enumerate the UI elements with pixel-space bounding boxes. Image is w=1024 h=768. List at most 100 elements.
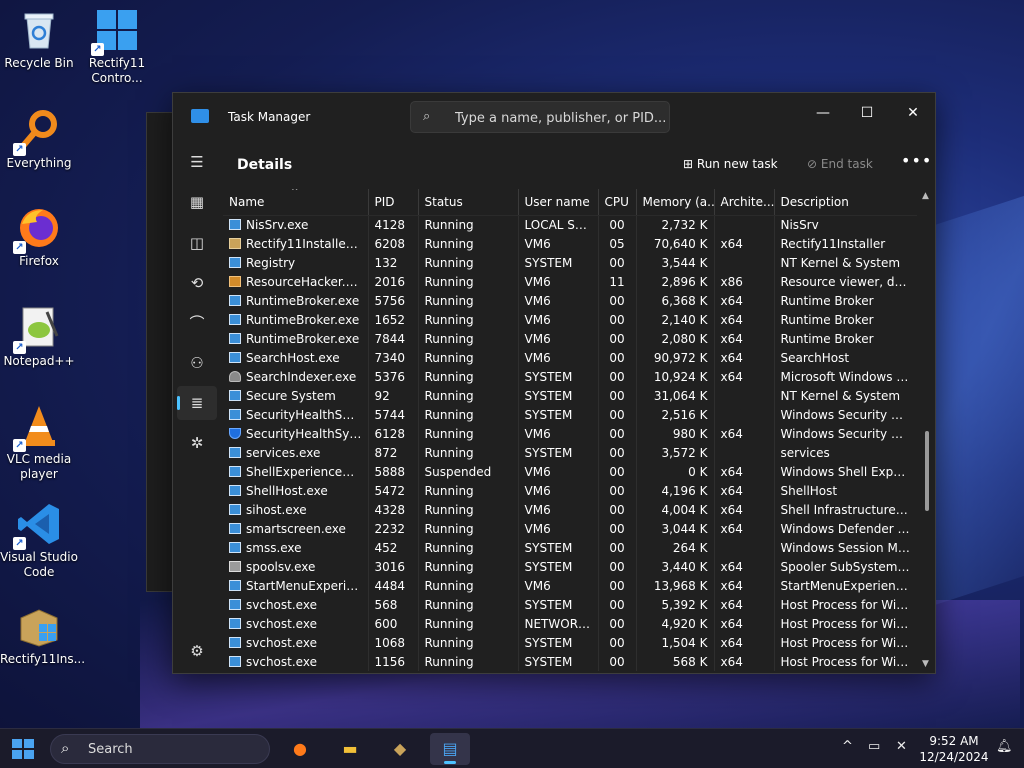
cell-architecture bbox=[714, 215, 775, 234]
column-header-architecture[interactable]: Archite... bbox=[714, 189, 775, 216]
table-row[interactable]: SearchHost.exe 7340 Running VM6 00 90,972 Kx6… bbox=[223, 348, 917, 367]
table-row[interactable]: RuntimeBroker.exe 7844 Running VM6 00 2,080 K… bbox=[223, 329, 917, 348]
table-row[interactable]: NisSrv.exe 4128 Running LOCAL SE... 00 2,732 … bbox=[223, 215, 917, 234]
table-row[interactable]: RuntimeBroker.exe 1652 Running VM6 00 2,140 K… bbox=[223, 310, 917, 329]
table-row[interactable]: smartscreen.exe 2232 Running VM6 00 3,044 Kx6… bbox=[223, 519, 917, 538]
table-row[interactable]: smss.exe 452 Running SYSTEM 00 264 K Windows S… bbox=[223, 538, 917, 557]
cell-name: RuntimeBroker.exe bbox=[223, 291, 369, 310]
network-icon[interactable]: ▭ bbox=[868, 739, 880, 754]
table-row[interactable]: ResourceHacker.exe 2016 Running VM6 11 2,896 … bbox=[223, 272, 917, 291]
table-row[interactable]: svchost.exe 1068 Running SYSTEM 00 1,504 Kx64… bbox=[223, 633, 917, 652]
table-row[interactable]: RuntimeBroker.exe 5756 Running VM6 00 6,368 K… bbox=[223, 291, 917, 310]
column-header-pid[interactable]: PID bbox=[368, 189, 419, 216]
cell-description: Windows Defender S... bbox=[774, 519, 917, 538]
run-new-task-button[interactable]: ⊞ Run new task bbox=[683, 157, 778, 171]
taskbar-search[interactable]: ⌕ Search bbox=[50, 734, 270, 764]
table-row[interactable]: Registry 132 Running SYSTEM 00 3,544 K NT Kern… bbox=[223, 253, 917, 272]
processes-icon[interactable]: ▦ bbox=[177, 185, 217, 219]
desktop-icon-vlc[interactable]: ↗ VLC media player bbox=[0, 404, 78, 482]
table-row[interactable]: ShellExperienceHost....5888SuspendedVM60… bbox=[223, 462, 917, 481]
table-row[interactable]: SearchIndexer.exe 5376 Running SYSTEM 00 10,9… bbox=[223, 367, 917, 386]
cell-name: RuntimeBroker.exe bbox=[223, 310, 369, 329]
cell-pid: 1156 bbox=[368, 652, 419, 671]
start-button[interactable] bbox=[12, 739, 34, 759]
column-header-status[interactable]: Status bbox=[418, 189, 519, 216]
table-row[interactable]: Rectify11Installer.exe 6208 Running VM6 05 70… bbox=[223, 234, 917, 253]
users-icon[interactable]: ⚇ bbox=[177, 346, 217, 380]
performance-icon[interactable]: ◫ bbox=[177, 226, 217, 260]
cell-architecture: x86 bbox=[714, 272, 775, 291]
table-row[interactable]: StartMenuExperienc... 4484 Running VM6 00 13,… bbox=[223, 576, 917, 595]
search-box[interactable]: ⌕ bbox=[410, 101, 670, 133]
cell-memory: 5,392 K bbox=[636, 595, 715, 614]
cell-user: SYSTEM bbox=[518, 367, 599, 386]
scroll-down-arrow-icon[interactable]: ▼ bbox=[922, 659, 929, 669]
taskbar-firefox-icon[interactable]: ● bbox=[280, 733, 320, 765]
settings-gear-icon[interactable]: ⚙ bbox=[177, 634, 217, 668]
end-task-button[interactable]: ⊘ End task bbox=[807, 157, 873, 171]
search-input[interactable] bbox=[455, 108, 665, 128]
close-button[interactable]: ✕ bbox=[893, 99, 933, 127]
app-history-icon[interactable]: ⟲ bbox=[177, 266, 217, 300]
cell-pid: 1652 bbox=[368, 310, 419, 329]
volume-muted-icon[interactable]: ✕ bbox=[896, 739, 907, 754]
column-header-cpu[interactable]: CPU bbox=[598, 189, 637, 216]
cell-name: ShellHost.exe bbox=[223, 481, 369, 500]
hamburger-menu-icon[interactable]: ☰ bbox=[177, 145, 217, 179]
table-row[interactable]: services.exe 872 Running SYSTEM 00 3,572 K ser… bbox=[223, 443, 917, 462]
column-header-name[interactable]: ^ Name bbox=[223, 189, 369, 216]
cell-pid: 568 bbox=[368, 595, 419, 614]
system-clock[interactable]: 9:52 AM 12/24/2024 bbox=[918, 733, 990, 765]
taskbar-task-manager-icon[interactable]: ▤ bbox=[430, 733, 470, 765]
table-row[interactable]: SecurityHealthSystra...6128RunningVM6009… bbox=[223, 424, 917, 443]
desktop-icon-notepadpp[interactable]: ↗ Notepad++ bbox=[0, 306, 78, 369]
cell-architecture: x64 bbox=[714, 462, 775, 481]
table-row[interactable]: spoolsv.exe 3016 Running SYSTEM 00 3,440 Kx64… bbox=[223, 557, 917, 576]
show-hidden-icons-chevron-icon[interactable]: ^ bbox=[842, 739, 853, 754]
cell-pid: 5756 bbox=[368, 291, 419, 310]
cell-name: SearchIndexer.exe bbox=[223, 367, 369, 386]
desktop-icon-vscode[interactable]: ↗ Visual Studio Code bbox=[0, 502, 78, 580]
table-row[interactable]: svchost.exe 600 Running NETWORK... 00 4,920 K… bbox=[223, 614, 917, 633]
cell-status: Running bbox=[418, 329, 519, 348]
task-manager-window: Task Manager ⌕ — ☐ ✕ ☰ ▦ ◫ ⟲ ⌒ ⚇ ≣ ✲ ⚙ D… bbox=[172, 92, 936, 674]
minimize-button[interactable]: — bbox=[803, 99, 843, 127]
cell-architecture: x64 bbox=[714, 595, 775, 614]
cell-memory: 4,004 K bbox=[636, 500, 715, 519]
desktop-icon-rectify11-installer[interactable]: Rectify11Ins... bbox=[0, 604, 85, 667]
windows-logo-icon bbox=[12, 739, 22, 748]
column-header-memory[interactable]: Memory (a... bbox=[636, 189, 715, 216]
title-bar[interactable]: Task Manager ⌕ — ☐ ✕ bbox=[173, 93, 935, 141]
column-header-description[interactable]: Description bbox=[774, 189, 917, 216]
more-options-icon[interactable]: ••• bbox=[901, 151, 932, 170]
desktop-icon-firefox[interactable]: ↗ Firefox bbox=[0, 206, 78, 269]
cell-user: VM6 bbox=[518, 329, 599, 348]
scrollbar-thumb[interactable] bbox=[925, 431, 929, 511]
notifications-bell-icon[interactable]: 🔔︎ bbox=[996, 739, 1013, 754]
process-app-icon bbox=[229, 579, 241, 591]
taskbar-installer-icon[interactable]: ◆ bbox=[380, 733, 420, 765]
vertical-scrollbar[interactable]: ▲ ▼ bbox=[921, 191, 933, 671]
scroll-up-arrow-icon[interactable]: ▲ bbox=[922, 191, 929, 201]
services-icon[interactable]: ✲ bbox=[177, 426, 217, 460]
details-icon[interactable]: ≣ bbox=[177, 386, 217, 420]
taskbar-file-explorer-icon[interactable]: ▬ bbox=[330, 733, 370, 765]
table-row[interactable]: ShellHost.exe 5472 Running VM6 00 4,196 Kx64 S… bbox=[223, 481, 917, 500]
desktop-icon-rectify11-control[interactable]: ↗ Rectify11 Contro... bbox=[78, 8, 156, 86]
maximize-button[interactable]: ☐ bbox=[847, 99, 887, 127]
cell-memory: 3,544 K bbox=[636, 253, 715, 272]
window-title: Task Manager bbox=[228, 110, 311, 124]
desktop-icon-recycle-bin[interactable]: Recycle Bin bbox=[0, 8, 78, 71]
table-row[interactable]: SecurityHealthServic...5744RunningSYSTEM… bbox=[223, 405, 917, 424]
cell-memory: 2,516 K bbox=[636, 405, 715, 424]
cell-description: Windows Shell Experie... bbox=[774, 462, 917, 481]
column-header-user[interactable]: User name bbox=[518, 189, 599, 216]
startup-apps-icon[interactable]: ⌒ bbox=[177, 306, 217, 340]
table-row[interactable]: sihost.exe 4328 Running VM6 00 4,004 Kx64 Shel… bbox=[223, 500, 917, 519]
table-row[interactable]: svchost.exe 1156 Running SYSTEM 00 568 Kx64 Ho… bbox=[223, 652, 917, 671]
table-row[interactable]: Secure System 92 Running SYSTEM 00 31,064 K NT… bbox=[223, 386, 917, 405]
cell-description: services bbox=[774, 443, 917, 462]
cell-description: Host Process for Wind... bbox=[774, 595, 917, 614]
desktop-icon-everything[interactable]: ↗ Everything bbox=[0, 108, 78, 171]
table-row[interactable]: svchost.exe 568 Running SYSTEM 00 5,392 Kx64 H… bbox=[223, 595, 917, 614]
